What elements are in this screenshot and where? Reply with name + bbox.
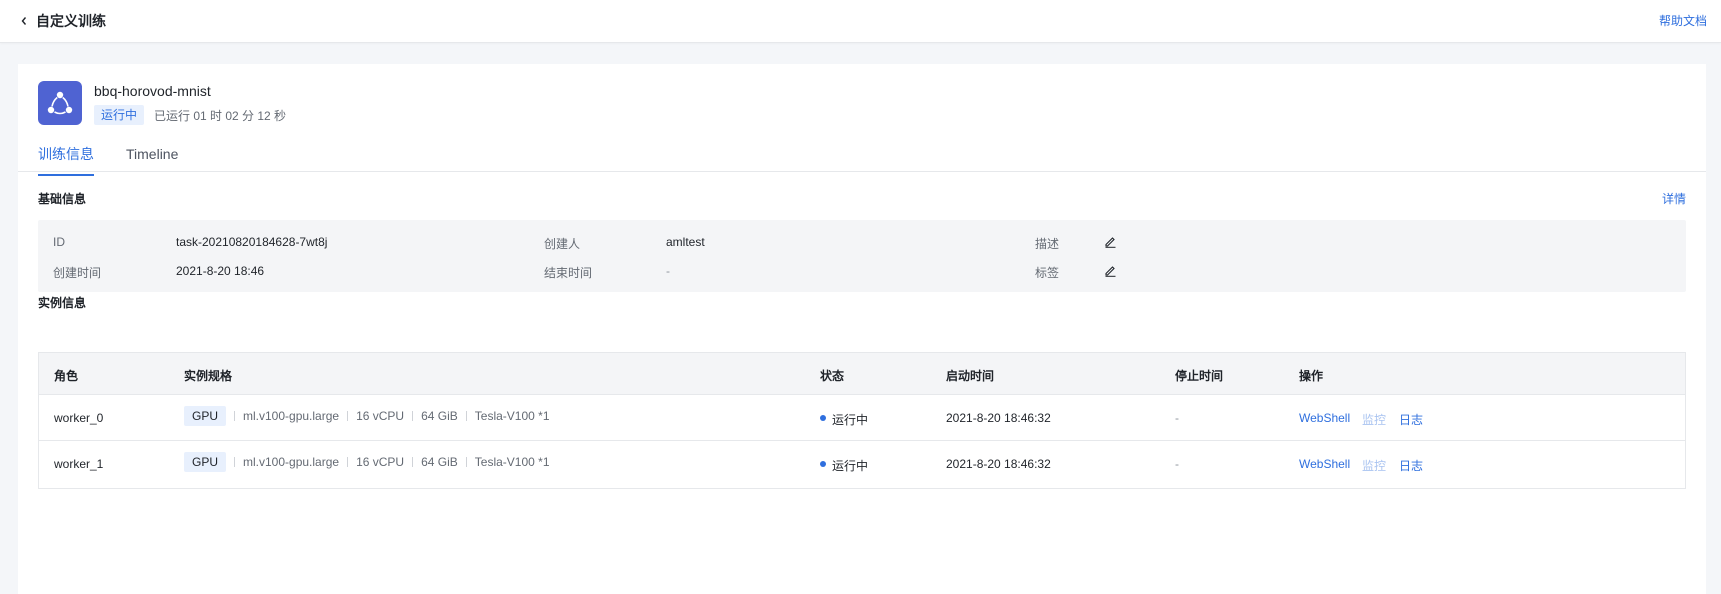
webshell-link[interactable]: WebShell: [1299, 411, 1350, 425]
distributed-network-icon: [38, 81, 82, 125]
logs-link[interactable]: 日志: [1399, 411, 1423, 428]
start-time-cell: 2021-8-20 18:46:32: [946, 457, 1051, 471]
cpu-text: 16 vCPU: [356, 409, 405, 423]
column-header-start-time: 启动时间: [946, 369, 995, 383]
stop-time-cell: -: [1175, 411, 1179, 425]
logs-link[interactable]: 日志: [1399, 457, 1423, 474]
monitor-link[interactable]: 监控: [1362, 411, 1386, 428]
divider: [465, 457, 467, 467]
role-cell: worker_0: [54, 411, 104, 425]
end-time-value: -: [666, 264, 670, 278]
tab-timeline[interactable]: Timeline: [126, 143, 178, 175]
gpu-text: Tesla-V100 *1: [474, 455, 550, 469]
cpu-text: 16 vCPU: [356, 455, 405, 469]
instance-table: 角色 实例规格 状态 启动时间 停止时间 操作 worker_0 GPU ml.…: [38, 352, 1686, 489]
basic-info-title: 基础信息: [38, 192, 87, 206]
memory-text: 64 GiB: [421, 409, 458, 423]
column-header-stop-time: 停止时间: [1175, 369, 1224, 383]
created-time-label: 创建时间: [53, 266, 102, 280]
divider: [412, 457, 414, 467]
details-link[interactable]: 详情: [1662, 190, 1686, 207]
column-header-role: 角色: [54, 369, 79, 383]
divider: [234, 411, 236, 421]
id-value: task-20210820184628-7wt8j: [176, 235, 328, 249]
running-status-dot: [820, 415, 826, 421]
divider: [234, 457, 236, 467]
created-time-value: 2021-8-20 18:46: [176, 264, 265, 278]
monitor-link[interactable]: 监控: [1362, 457, 1386, 474]
column-header-spec: 实例规格: [184, 369, 233, 383]
gpu-type-tag: GPU: [184, 452, 227, 472]
divider: [347, 457, 349, 467]
stop-time-cell: -: [1175, 457, 1179, 471]
status-cell: 运行中: [832, 413, 869, 427]
table-row: worker_1 GPU ml.v100-gpu.large 16 vCPU 6…: [39, 441, 1685, 487]
help-docs-link[interactable]: 帮助文档: [1659, 12, 1707, 29]
job-name: bbq-horovod-mnist: [94, 83, 211, 99]
id-label: ID: [53, 235, 65, 249]
tab-training-info[interactable]: 训练信息: [38, 143, 94, 176]
role-cell: worker_1: [54, 457, 104, 471]
job-detail-card: bbq-horovod-mnist 运行中 已运行 01 时 02 分 12 秒…: [18, 64, 1706, 594]
creator-value: amltest: [666, 235, 705, 249]
divider: [465, 411, 467, 421]
creator-label: 创建人: [544, 237, 581, 251]
flavor-text: ml.v100-gpu.large: [243, 455, 340, 469]
column-header-status: 状态: [820, 369, 845, 383]
tags-label: 标签: [1035, 266, 1060, 280]
edit-tags-icon[interactable]: [1104, 264, 1117, 277]
top-bar: 自定义训练 帮助文档: [0, 0, 1721, 43]
instance-info-title: 实例信息: [38, 296, 87, 310]
spec-cell: GPU ml.v100-gpu.large 16 vCPU 64 GiB Tes…: [184, 452, 550, 472]
job-runtime: 已运行 01 时 02 分 12 秒: [154, 109, 287, 123]
table-header: 角色 实例规格 状态 启动时间 停止时间 操作: [39, 353, 1685, 395]
table-row: worker_0 GPU ml.v100-gpu.large 16 vCPU 6…: [39, 395, 1685, 441]
gpu-type-tag: GPU: [184, 406, 227, 426]
basic-info-panel: ID task-20210820184628-7wt8j 创建人 amltest…: [38, 220, 1686, 292]
webshell-link[interactable]: WebShell: [1299, 457, 1350, 471]
running-status-dot: [820, 461, 826, 467]
divider: [347, 411, 349, 421]
description-label: 描述: [1035, 237, 1060, 251]
start-time-cell: 2021-8-20 18:46:32: [946, 411, 1051, 425]
job-status-badge: 运行中: [94, 105, 145, 125]
chevron-left-icon: [21, 17, 27, 25]
column-header-actions: 操作: [1299, 369, 1324, 383]
back-button[interactable]: 自定义训练: [20, 11, 106, 31]
gpu-text: Tesla-V100 *1: [474, 409, 550, 423]
edit-description-icon[interactable]: [1104, 235, 1117, 248]
divider: [412, 411, 414, 421]
status-cell: 运行中: [832, 459, 869, 473]
flavor-text: ml.v100-gpu.large: [243, 409, 340, 423]
page-title: 自定义训练: [36, 13, 106, 29]
tab-bar: 训练信息 Timeline: [18, 140, 1706, 176]
spec-cell: GPU ml.v100-gpu.large 16 vCPU 64 GiB Tes…: [184, 406, 550, 426]
end-time-label: 结束时间: [544, 266, 593, 280]
memory-text: 64 GiB: [421, 455, 458, 469]
